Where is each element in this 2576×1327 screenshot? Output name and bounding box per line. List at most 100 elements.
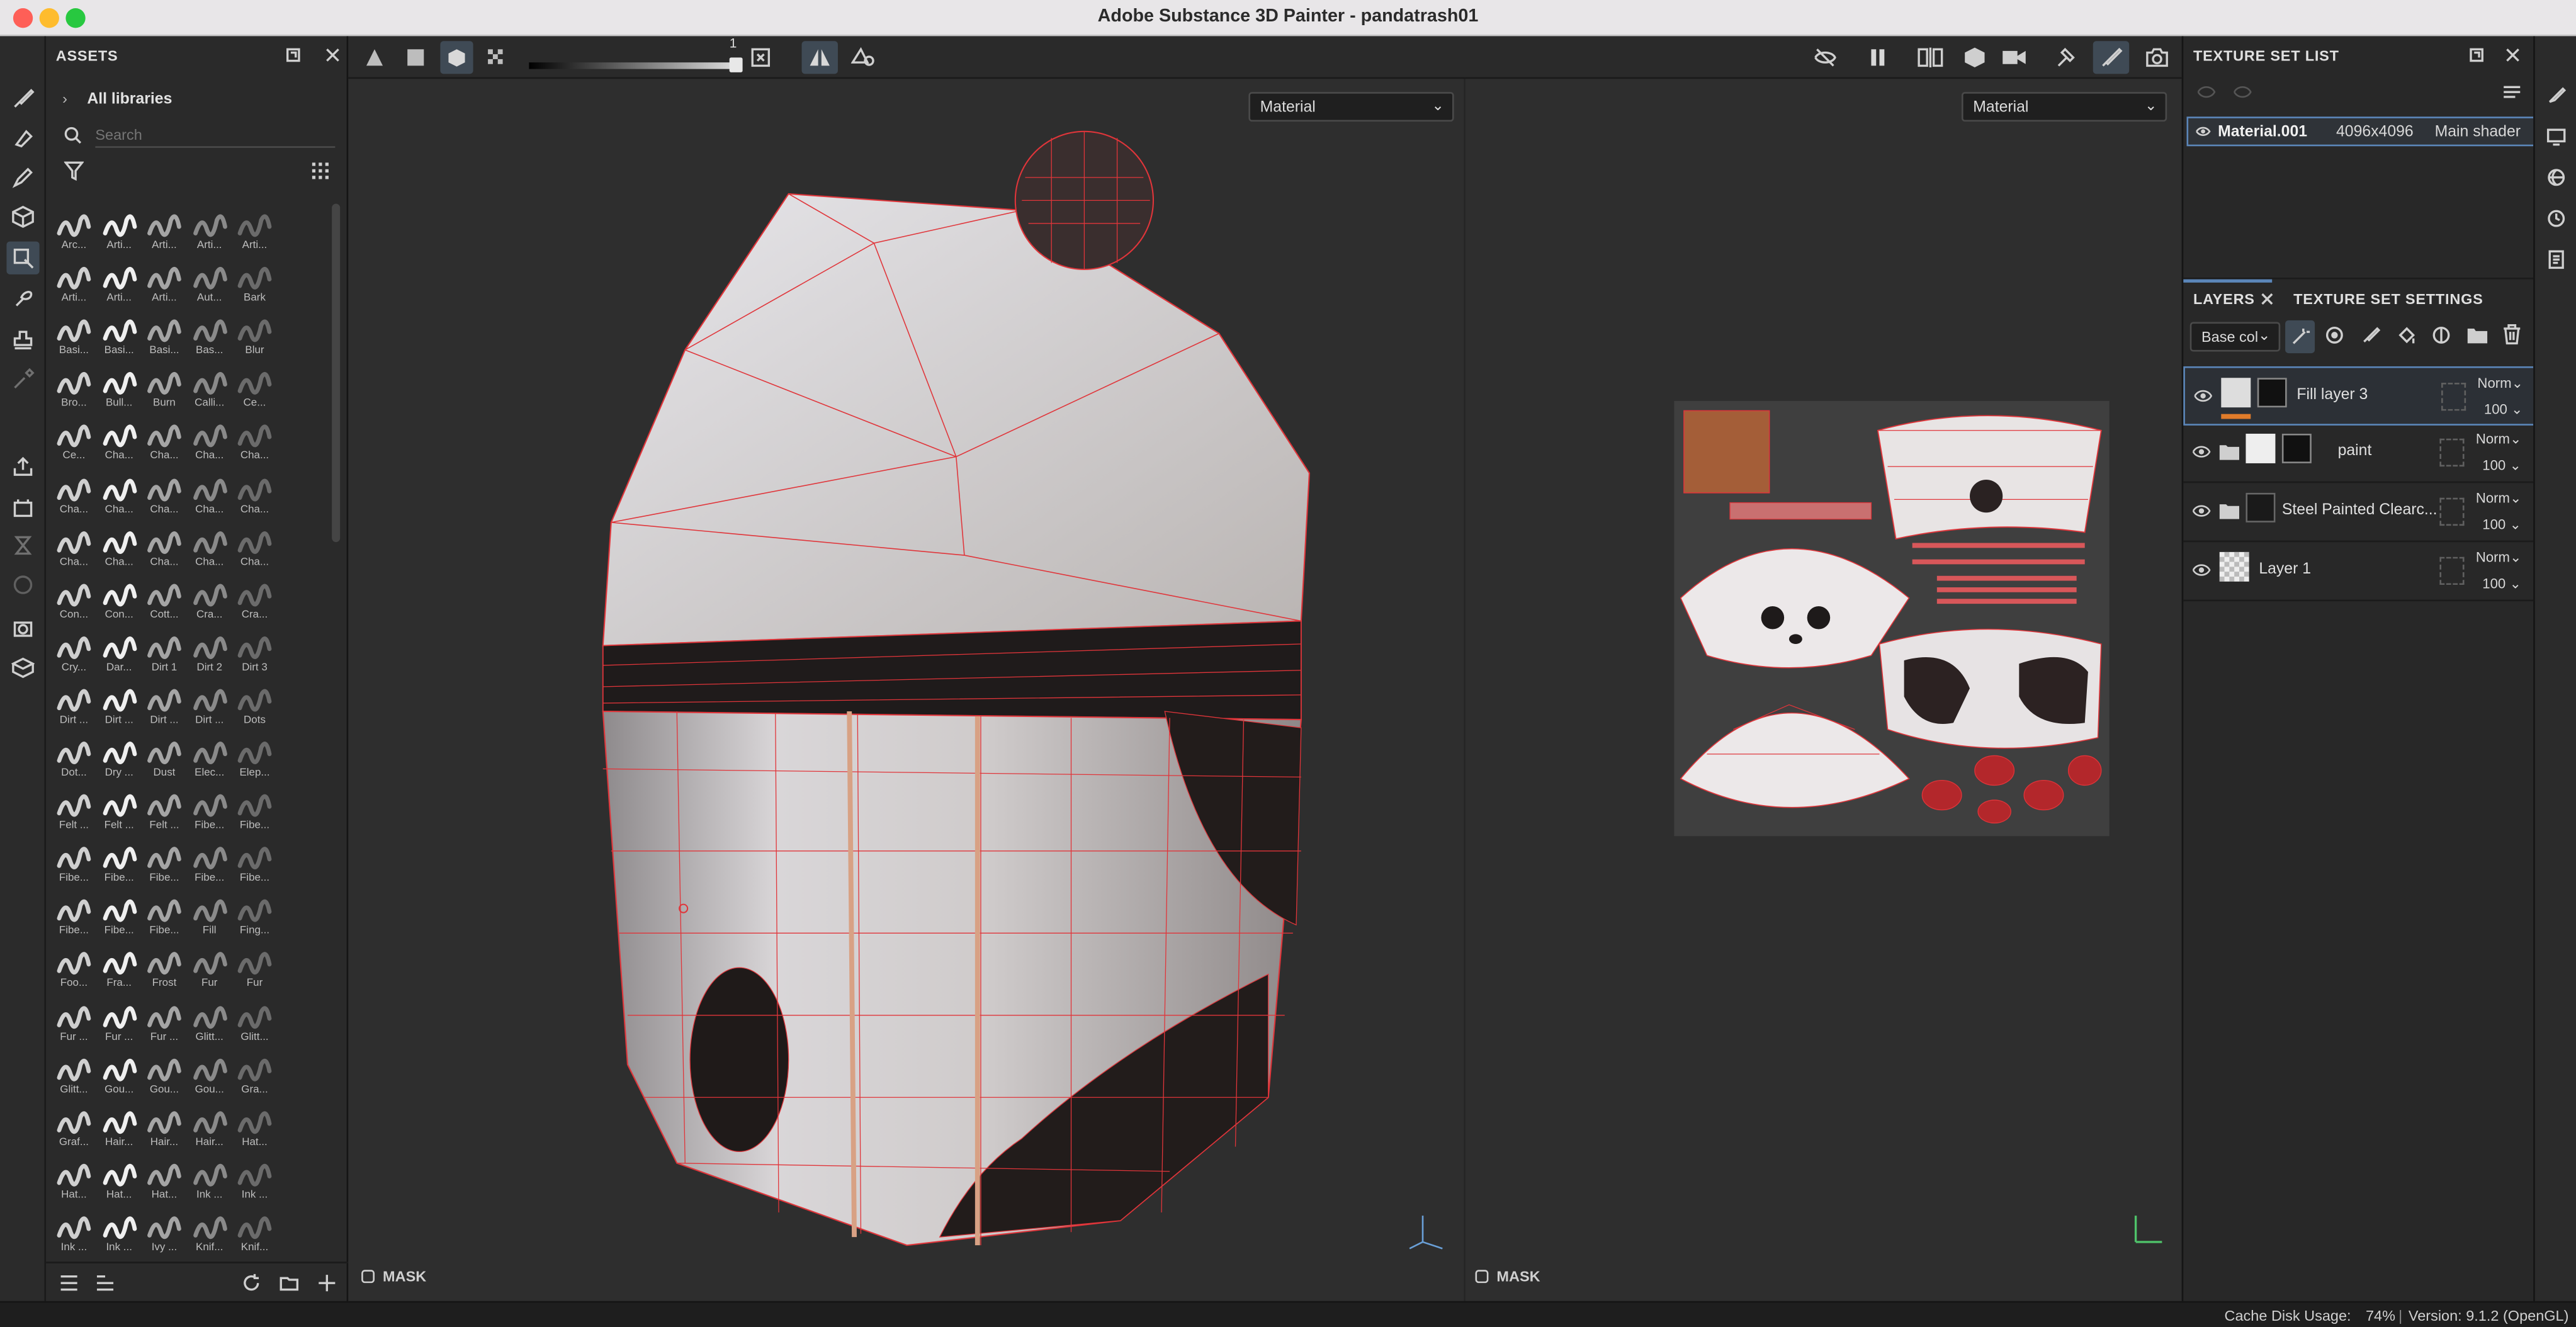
- asset-item[interactable]: Elep...: [234, 735, 276, 784]
- asset-item[interactable]: Aut...: [188, 260, 231, 309]
- asset-item[interactable]: Cha...: [53, 523, 96, 572]
- asset-item[interactable]: Knif...: [188, 1209, 231, 1258]
- bake-tool[interactable]: [6, 491, 39, 524]
- asset-item[interactable]: Ink ...: [188, 1156, 231, 1206]
- symmetry-settings-icon[interactable]: [850, 46, 878, 69]
- asset-item[interactable]: Ce...: [53, 418, 96, 467]
- split-view-icon[interactable]: [1918, 46, 1944, 69]
- asset-item[interactable]: Fibe...: [234, 840, 276, 889]
- asset-item[interactable]: Fibe...: [98, 840, 140, 889]
- asset-item[interactable]: Dots: [234, 682, 276, 731]
- layer-row[interactable]: paint Norm⌄ 100 ⌄: [2183, 424, 2535, 483]
- asset-item[interactable]: Fill: [188, 893, 231, 942]
- eye-icon[interactable]: [2191, 444, 2211, 460]
- asset-item[interactable]: Foo...: [53, 946, 96, 995]
- mask-toggle-2d[interactable]: MASK: [1475, 1268, 1540, 1285]
- asset-item[interactable]: Ce...: [234, 365, 276, 414]
- refresh-icon[interactable]: [242, 1273, 261, 1293]
- asset-item[interactable]: Arti...: [98, 207, 140, 256]
- eye-icon[interactable]: [2193, 388, 2213, 404]
- paint-layer-icon[interactable]: [2361, 325, 2381, 345]
- filter-icon[interactable]: [64, 161, 84, 181]
- asset-item[interactable]: Bro...: [53, 365, 96, 414]
- grid-view-icon[interactable]: [310, 161, 330, 181]
- eraser-tool[interactable]: [6, 121, 39, 154]
- asset-item[interactable]: Dot...: [53, 735, 96, 784]
- asset-item[interactable]: Basi...: [98, 312, 140, 361]
- asset-item[interactable]: Felt ...: [143, 787, 186, 836]
- geometry-fill-tool[interactable]: [6, 200, 39, 233]
- assets-scrollbar[interactable]: [332, 203, 341, 543]
- clone-tool[interactable]: [6, 324, 39, 356]
- layer-mask-slot[interactable]: [2439, 438, 2465, 467]
- asset-item[interactable]: Felt ...: [98, 787, 140, 836]
- close-icon[interactable]: [2505, 48, 2520, 62]
- close-icon[interactable]: [2261, 293, 2274, 306]
- eye-hidden-icon[interactable]: [2196, 84, 2216, 100]
- asset-item[interactable]: Fur: [188, 946, 231, 995]
- asset-item[interactable]: Ivy ...: [143, 1209, 186, 1258]
- asset-item[interactable]: Fing...: [234, 893, 276, 942]
- asset-item[interactable]: Knif...: [234, 1209, 276, 1258]
- camera-icon[interactable]: [2001, 46, 2028, 69]
- asset-item[interactable]: Felt ...: [53, 787, 96, 836]
- asset-item[interactable]: Cha...: [188, 418, 231, 467]
- opacity-field[interactable]: 100 ⌄: [2482, 575, 2521, 593]
- blend-mode-select[interactable]: Norm⌄: [2476, 549, 2522, 567]
- asset-item[interactable]: Fibe...: [53, 840, 96, 889]
- asset-item[interactable]: Fibe...: [143, 893, 186, 942]
- smart-material-icon[interactable]: [2431, 325, 2451, 345]
- asset-item[interactable]: Glitt...: [234, 998, 276, 1047]
- asset-item[interactable]: Cra...: [188, 576, 231, 625]
- chevron-right-icon[interactable]: ›: [62, 91, 67, 107]
- sampler-tool[interactable]: [6, 568, 39, 601]
- viewport-2d[interactable]: Material ⌄ MASK: [1465, 79, 2182, 1301]
- asset-item[interactable]: Fur: [234, 946, 276, 995]
- library-selector[interactable]: All libraries: [87, 91, 172, 109]
- capture-tool[interactable]: [6, 611, 39, 644]
- add-effect-button[interactable]: [2285, 320, 2315, 354]
- asset-item[interactable]: Cha...: [98, 418, 140, 467]
- asset-item[interactable]: Fra...: [98, 946, 140, 995]
- projection-tool[interactable]: [6, 161, 39, 194]
- asset-item[interactable]: Cha...: [188, 523, 231, 572]
- add-icon[interactable]: [317, 1273, 337, 1293]
- eye-icon[interactable]: [2191, 503, 2211, 519]
- screenshot-icon[interactable]: [2145, 46, 2169, 69]
- eye-icon[interactable]: [2191, 562, 2211, 579]
- asset-item[interactable]: Fibe...: [143, 840, 186, 889]
- asset-item[interactable]: Dirt ...: [53, 682, 96, 731]
- asset-item[interactable]: Fur ...: [98, 998, 140, 1047]
- view-3d-icon[interactable]: [1963, 46, 1987, 69]
- asset-item[interactable]: Cha...: [143, 418, 186, 467]
- light-icon[interactable]: [2053, 46, 2077, 69]
- asset-item[interactable]: Bark: [234, 260, 276, 309]
- asset-item[interactable]: Dirt 1: [143, 629, 186, 678]
- folder-icon[interactable]: [2466, 325, 2489, 345]
- layer-mask-slot[interactable]: [2439, 497, 2465, 526]
- asset-item[interactable]: Dar...: [98, 629, 140, 678]
- asset-item[interactable]: Hat...: [234, 1104, 276, 1153]
- blend-mode-select[interactable]: Norm⌄: [2476, 490, 2522, 508]
- uv-texture-map[interactable]: [1674, 400, 2110, 837]
- list-icon[interactable]: [59, 1273, 79, 1293]
- render-tool[interactable]: [6, 529, 39, 562]
- paint-brush-tool[interactable]: [6, 82, 39, 115]
- trash-icon[interactable]: [2502, 324, 2522, 345]
- texture-set-row[interactable]: Material.001 4096x4096 Main shader: [2186, 116, 2535, 147]
- asset-item[interactable]: Dirt 2: [188, 629, 231, 678]
- layer-mask-slot[interactable]: [2441, 383, 2466, 411]
- asset-item[interactable]: Cha...: [188, 471, 231, 520]
- layer-mask-slot[interactable]: [2439, 556, 2465, 585]
- layer-row[interactable]: Steel Painted Clearc... Norm⌄ 100 ⌄: [2183, 483, 2535, 543]
- asset-item[interactable]: Calli...: [188, 365, 231, 414]
- asset-item[interactable]: Cha...: [234, 471, 276, 520]
- asset-item[interactable]: Burn: [143, 365, 186, 414]
- polygon-fill-tool[interactable]: [6, 241, 40, 274]
- asset-item[interactable]: Fibe...: [98, 893, 140, 942]
- asset-item[interactable]: Dust: [143, 735, 186, 784]
- blend-mode-select[interactable]: Norm⌄: [2477, 375, 2523, 393]
- mask-thumbnail[interactable]: [2246, 492, 2276, 522]
- pause-icon[interactable]: [1868, 48, 1887, 67]
- asset-item[interactable]: Cha...: [98, 523, 140, 572]
